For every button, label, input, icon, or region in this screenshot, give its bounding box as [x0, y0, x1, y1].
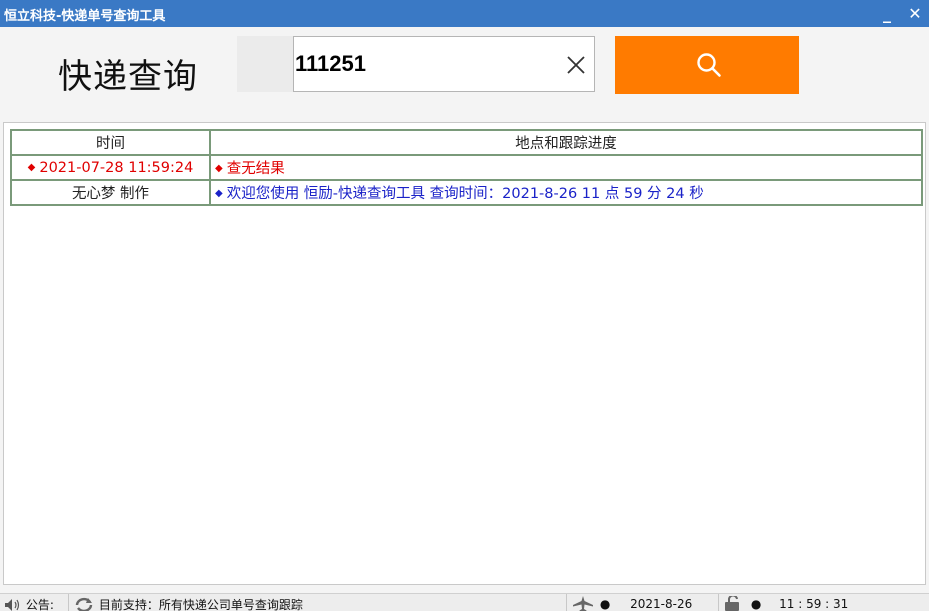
row-time-text: 2021-07-28 11:59:24	[39, 159, 194, 176]
column-header-detail: 地点和跟踪进度	[209, 129, 923, 156]
magnifier-icon	[697, 53, 721, 77]
bullet-icon: ●	[750, 597, 762, 611]
unlock-icon	[725, 596, 739, 611]
column-header-time: 时间	[10, 129, 211, 156]
search-button[interactable]	[615, 36, 799, 94]
tracking-number-input[interactable]	[295, 47, 545, 81]
diamond-bullet-icon: ◆	[27, 161, 36, 173]
support-segment: 目前支持：所有快递公司单号查询跟踪	[73, 596, 303, 611]
results-table: 时间 地点和跟踪进度 ◆ 2021-07-28 11:59:24 ◆ 查无结果 无心…	[10, 129, 923, 206]
status-date: 2021-8-26	[630, 597, 693, 611]
app-title: 快递查询	[58, 57, 198, 97]
status-bar: 公告: 目前支持：所有快递公司单号查询跟踪 ● 2021-8-26 ● 11 :…	[0, 593, 929, 611]
date-segment: ● 2021-8-26	[572, 596, 692, 611]
diamond-bullet-icon: ◆	[215, 188, 223, 199]
window-title: 恒立科技-快递单号查询工具	[4, 9, 166, 24]
tracking-search-box	[293, 36, 595, 92]
input-prefix-block	[237, 36, 293, 92]
speaker-icon	[5, 599, 20, 611]
refresh-icon	[75, 597, 93, 611]
row-time-text: 无心梦 制作	[71, 186, 150, 202]
row-detail-text: 欢迎您使用 恒励-快递查询工具 查询时间：2021-8-26 11 点 59 分…	[226, 186, 704, 202]
table-row: ◆ 2021-07-28 11:59:24 ◆ 查无结果	[10, 154, 923, 181]
status-divider	[718, 594, 719, 611]
search-header: 快递查询	[0, 27, 929, 121]
row-detail-cell: ◆ 查无结果	[209, 154, 923, 181]
time-segment: ● 11 : 59 : 31	[723, 596, 848, 611]
notice-segment: 公告:	[4, 596, 54, 611]
clear-icon[interactable]	[564, 53, 588, 77]
row-time-cell: ◆ 2021-07-28 11:59:24	[10, 154, 211, 181]
diamond-bullet-icon: ◆	[215, 163, 223, 174]
notice-label: 公告:	[25, 598, 54, 611]
status-divider	[68, 594, 69, 611]
title-bar: 恒立科技-快递单号查询工具 _ ✕	[0, 0, 929, 27]
row-detail-text: 查无结果	[226, 161, 285, 177]
status-divider	[566, 594, 567, 611]
airplane-icon	[573, 596, 593, 611]
table-row: 无心梦 制作 ◆ 欢迎您使用 恒励-快递查询工具 查询时间：2021-8-26 1…	[10, 179, 923, 206]
row-time-cell: 无心梦 制作	[10, 179, 211, 206]
support-text: 目前支持：所有快递公司单号查询跟踪	[98, 598, 303, 611]
table-header-row: 时间 地点和跟踪进度	[10, 129, 923, 156]
close-button[interactable]: ✕	[901, 0, 929, 27]
results-panel: 时间 地点和跟踪进度 ◆ 2021-07-28 11:59:24 ◆ 查无结果 无心…	[3, 122, 926, 585]
status-time: 11 : 59 : 31	[779, 597, 849, 611]
minimize-button[interactable]: _	[873, 0, 901, 27]
row-detail-cell: ◆ 欢迎您使用 恒励-快递查询工具 查询时间：2021-8-26 11 点 59 …	[209, 179, 923, 206]
bullet-icon: ●	[599, 597, 611, 611]
